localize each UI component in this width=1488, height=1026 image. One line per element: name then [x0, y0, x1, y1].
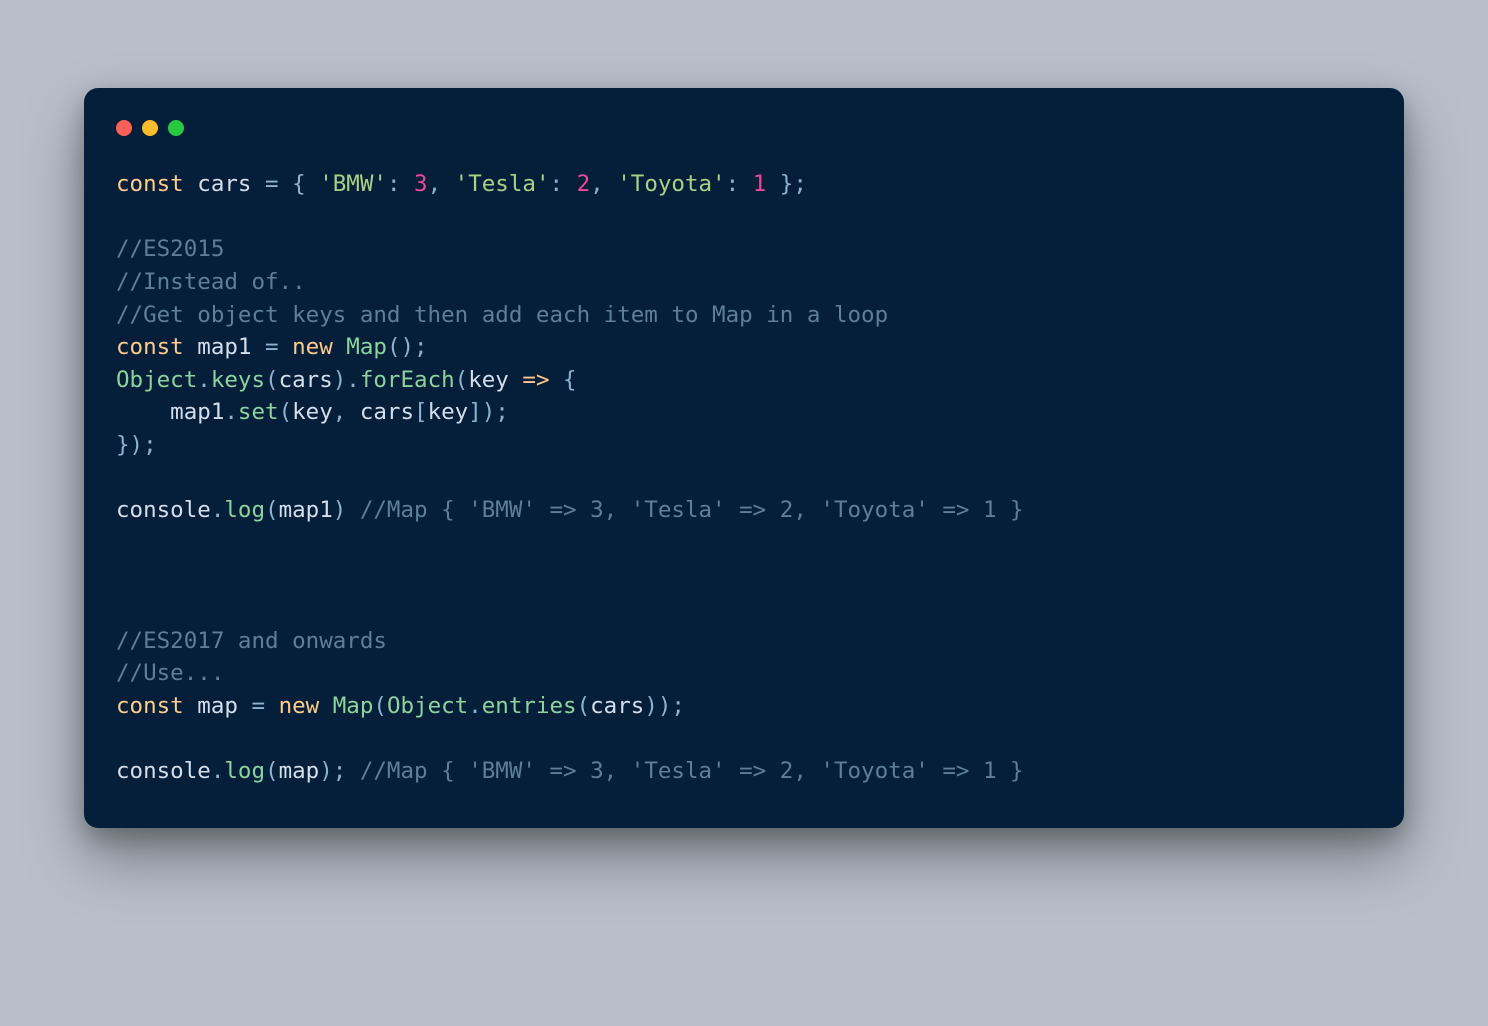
code-token: //Map { 'BMW' => 3, 'Tesla' => 2, 'Toyot…: [360, 758, 1024, 784]
code-token: //Get object keys and then add each item…: [116, 302, 888, 328]
code-token: .: [211, 497, 225, 523]
code-token: (: [279, 399, 293, 425]
code-token: (: [265, 758, 279, 784]
code-token: .: [211, 758, 225, 784]
code-token: map: [197, 693, 251, 719]
code-token: ]);: [468, 399, 509, 425]
code-token: log: [224, 758, 265, 784]
code-token: (: [455, 367, 469, 393]
code-token: ,: [428, 171, 455, 197]
code-token: .: [197, 367, 211, 393]
code-token: console: [116, 497, 211, 523]
code-token: 'Toyota': [617, 171, 725, 197]
code-token: const: [116, 171, 197, 197]
code-token: entries: [482, 693, 577, 719]
code-token: const: [116, 334, 197, 360]
code-token: 2: [577, 171, 591, 197]
code-token: const: [116, 693, 197, 719]
code-token: key: [468, 367, 522, 393]
code-token: //Instead of..: [116, 269, 306, 295]
code-token: map1: [197, 334, 265, 360]
code-token: .: [468, 693, 482, 719]
code-token: =>: [522, 367, 549, 393]
code-token: map1: [279, 497, 333, 523]
code-token: {: [550, 367, 577, 393]
code-token: .: [346, 367, 360, 393]
titlebar: [116, 116, 1372, 168]
code-token: log: [224, 497, 265, 523]
code-token: ,: [333, 399, 360, 425]
code-token: (: [577, 693, 591, 719]
code-token: );: [319, 758, 360, 784]
code-token: ();: [387, 334, 428, 360]
code-token: Object: [116, 367, 197, 393]
code-token: 'BMW': [319, 171, 387, 197]
code-token: Map: [333, 693, 374, 719]
code-token: ,: [590, 171, 617, 197]
code-token: ));: [644, 693, 685, 719]
code-token: .: [224, 399, 238, 425]
code-token: 1: [753, 171, 767, 197]
code-token: {: [292, 171, 319, 197]
code-token: //ES2015: [116, 236, 224, 262]
code-token: cars: [197, 171, 265, 197]
close-icon[interactable]: [116, 120, 132, 136]
zoom-icon[interactable]: [168, 120, 184, 136]
code-token: new: [292, 334, 346, 360]
code-token: :: [550, 171, 577, 197]
code-token: };: [766, 171, 807, 197]
code-token: cars: [360, 399, 414, 425]
code-token: cars: [279, 367, 333, 393]
code-token: cars: [590, 693, 644, 719]
code-token: 3: [414, 171, 428, 197]
code-token: :: [726, 171, 753, 197]
code-block: const cars = { 'BMW': 3, 'Tesla': 2, 'To…: [116, 168, 1372, 788]
code-window: const cars = { 'BMW': 3, 'Tesla': 2, 'To…: [84, 88, 1404, 828]
code-token: 'Tesla': [455, 171, 550, 197]
code-token: //Use...: [116, 660, 224, 686]
code-token: (: [265, 497, 279, 523]
code-token: });: [116, 432, 157, 458]
code-token: map1: [116, 399, 224, 425]
code-token: =: [265, 334, 292, 360]
code-token: Map: [346, 334, 387, 360]
code-token: set: [238, 399, 279, 425]
minimize-icon[interactable]: [142, 120, 158, 136]
code-token: //Map { 'BMW' => 3, 'Tesla' => 2, 'Toyot…: [360, 497, 1024, 523]
code-token: keys: [211, 367, 265, 393]
code-token: map: [279, 758, 320, 784]
code-token: =: [265, 171, 292, 197]
code-token: Object: [387, 693, 468, 719]
code-token: :: [387, 171, 414, 197]
code-token: ): [333, 367, 347, 393]
code-token: (: [373, 693, 387, 719]
code-token: ): [333, 497, 360, 523]
code-token: key: [428, 399, 469, 425]
code-token: new: [279, 693, 333, 719]
code-token: forEach: [360, 367, 455, 393]
code-token: key: [292, 399, 333, 425]
code-token: =: [251, 693, 278, 719]
code-token: console: [116, 758, 211, 784]
code-token: [: [414, 399, 428, 425]
code-token: (: [265, 367, 279, 393]
code-token: //ES2017 and onwards: [116, 628, 387, 654]
